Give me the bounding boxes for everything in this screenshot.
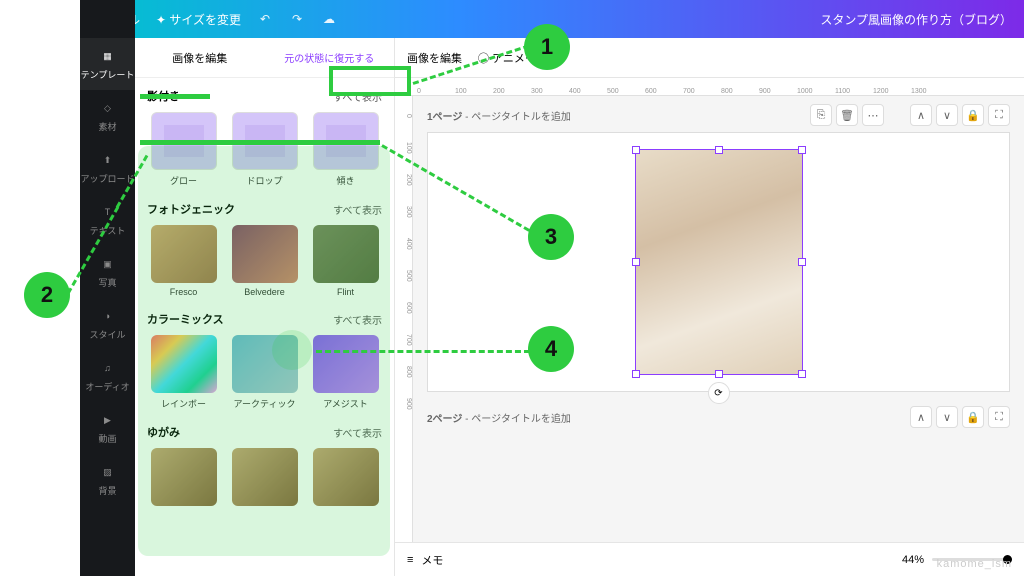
upload-icon: ⬆ [99, 151, 117, 169]
annotation-2: 2 [24, 272, 70, 318]
underline-shadow [140, 140, 380, 145]
undo-icon[interactable]: ↶ [257, 11, 273, 27]
page-expand-icon[interactable]: ⛶ [988, 104, 1010, 126]
annotation-3: 3 [528, 214, 574, 260]
page2-down-icon[interactable]: ∨ [936, 406, 958, 428]
dash-4 [316, 350, 530, 353]
audio-icon: ♫ [99, 359, 117, 377]
elements-icon: ◇ [99, 99, 117, 117]
zoom-value[interactable]: 44% [902, 554, 924, 566]
sidebar-item-template[interactable]: ▦テンプレート [80, 38, 135, 90]
bottom-bar: ≡ メモ 44% [395, 542, 1024, 576]
left-sidebar: ▦テンプレート ◇素材 ⬆アップロード Tテキスト ▣写真 ◑スタイル ♫オーデ… [80, 0, 135, 576]
style-icon: ◑ [99, 307, 117, 325]
page2-expand-icon[interactable]: ⛶ [988, 406, 1010, 428]
sidebar-item-elements[interactable]: ◇素材 [80, 90, 135, 142]
section-shadow-viewall[interactable]: すべて表示 [333, 89, 382, 104]
page-duplicate-icon[interactable]: ⎘ [810, 104, 832, 126]
page-more-icon[interactable]: ⋯ [862, 104, 884, 126]
page-down-icon[interactable]: ∨ [936, 104, 958, 126]
page-up-icon[interactable]: ∧ [910, 104, 932, 126]
sidebar-item-audio[interactable]: ♫オーディオ [80, 350, 135, 402]
toolbar-edit-image[interactable]: 画像を編集 [407, 50, 462, 66]
annotation-1: 1 [524, 24, 570, 70]
memo-icon[interactable]: ≡ [407, 554, 413, 566]
memo-label[interactable]: メモ [421, 552, 443, 568]
photo-icon: ▣ [99, 255, 117, 273]
tab-restore[interactable]: 元の状態に復元する [265, 38, 395, 77]
page-2-header: 2ページ - ページタイトルを追加 ∧ ∨ 🔒 ⛶ [427, 406, 1010, 428]
document-title: スタンプ風画像の作り方（ブログ） [820, 11, 1012, 28]
redo-icon[interactable]: ↷ [289, 11, 305, 27]
sidebar-item-style[interactable]: ◑スタイル [80, 298, 135, 350]
background-icon: ▨ [99, 463, 117, 481]
underline-tab [140, 94, 210, 99]
resize-button[interactable]: ✦ サイズを変更 [156, 11, 241, 28]
page2-up-icon[interactable]: ∧ [910, 406, 932, 428]
page-lock-icon[interactable]: 🔒 [962, 104, 984, 126]
page-1[interactable]: ⟳ [427, 132, 1010, 392]
annotation-4: 4 [528, 326, 574, 372]
sidebar-item-video[interactable]: ▶動画 [80, 402, 135, 454]
page2-lock-icon[interactable]: 🔒 [962, 406, 984, 428]
canvas-area: 画像を編集 ◯ アニメート 01002003004005006007008009… [395, 38, 1024, 576]
page-1-header: 1ページ - ページタイトルを追加 ⎘ 🗑 ⋯ ∧ ∨ 🔒 ⛶ [427, 104, 1010, 126]
watermark: kamome_ism [937, 558, 1012, 570]
ruler-horizontal: 0100200300400500600700800900100011001200… [395, 78, 1024, 96]
template-icon: ▦ [99, 47, 117, 65]
sync-icon[interactable]: ⟳ [708, 382, 730, 404]
page-delete-icon[interactable]: 🗑 [836, 104, 858, 126]
tab-edit-image[interactable]: 画像を編集 [135, 38, 265, 77]
cloud-icon[interactable]: ☁ [321, 11, 337, 27]
sidebar-item-background[interactable]: ▨背景 [80, 454, 135, 506]
video-icon: ▶ [99, 411, 117, 429]
selected-image[interactable] [635, 149, 803, 375]
softlight-circle [272, 330, 312, 370]
